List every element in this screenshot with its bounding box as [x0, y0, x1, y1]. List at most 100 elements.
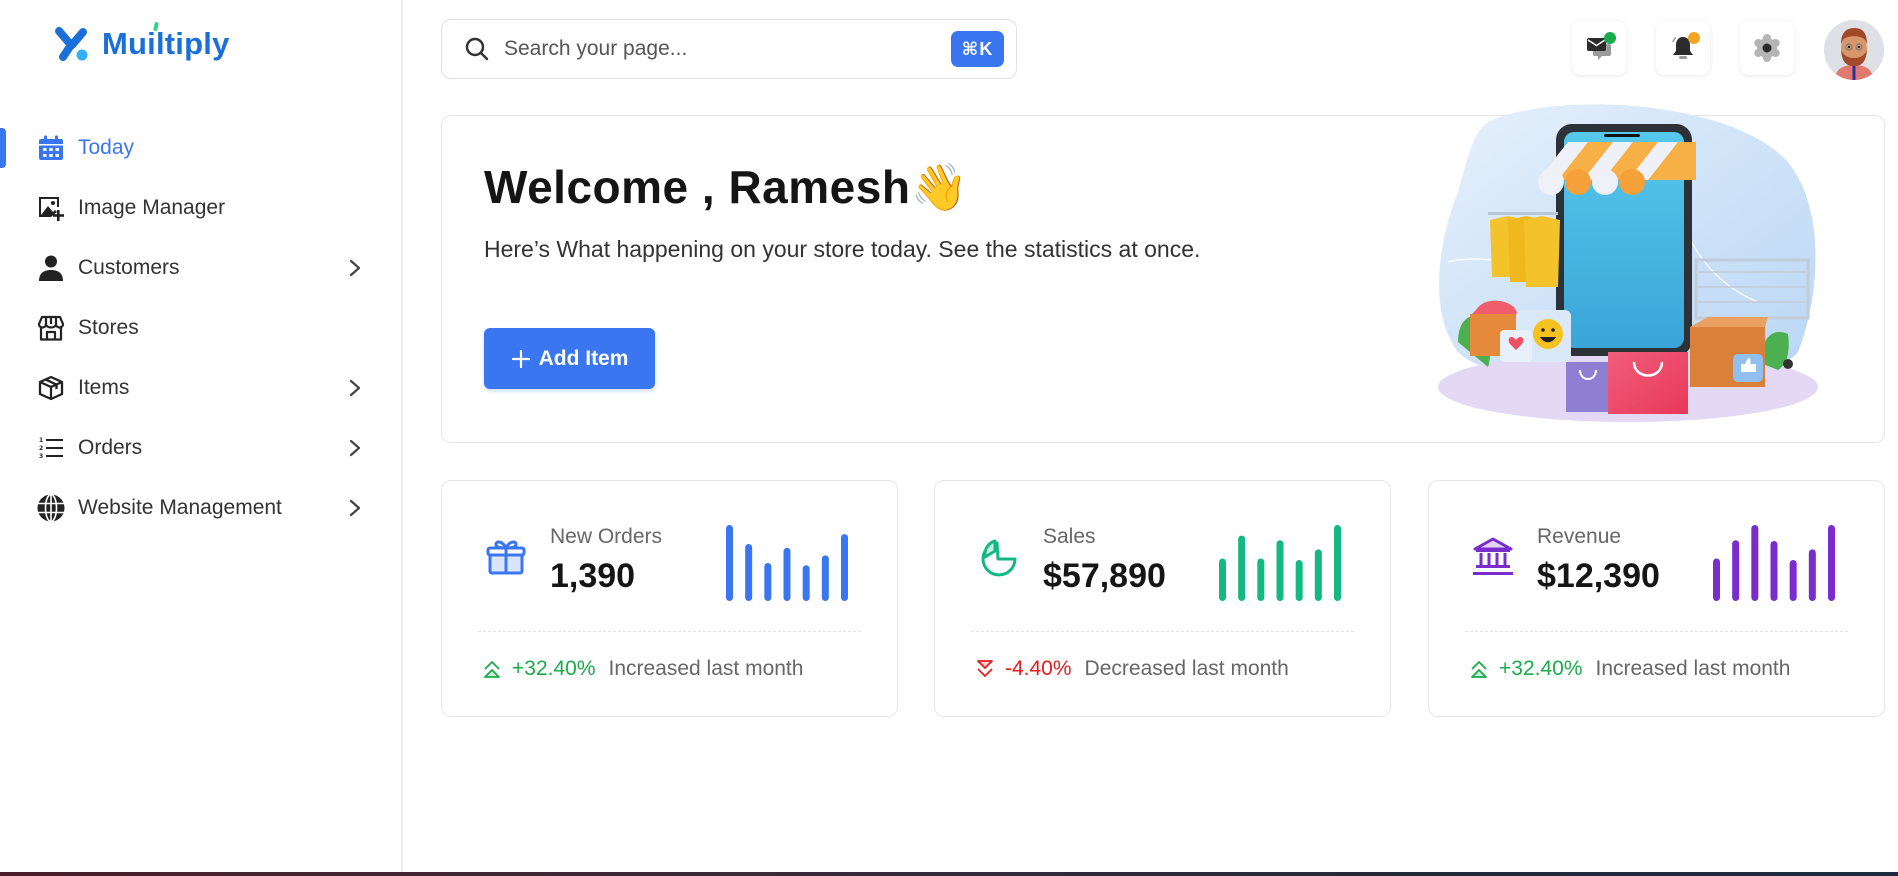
sparkline-bar: [841, 534, 848, 601]
trend-value: +32.40%: [512, 657, 596, 680]
sparkline-bar: [1770, 540, 1778, 601]
sidebar-item-website-management[interactable]: Website Management: [0, 478, 403, 538]
sparkline-bar: [745, 544, 753, 601]
active-indicator: [0, 128, 6, 168]
messages-button[interactable]: [1572, 21, 1626, 75]
store-icon: [36, 313, 66, 343]
numbered-list-icon: 123: [36, 433, 66, 463]
sidebar-item-today[interactable]: Today: [0, 118, 403, 178]
shortcut-badge: ⌘K: [951, 31, 1004, 67]
sidebar-item-items[interactable]: Items: [0, 358, 403, 418]
gift-icon: [486, 540, 526, 575]
wave-emoji: 👋: [910, 161, 969, 213]
box-icon: [36, 373, 66, 403]
sparkline-bar: [1808, 549, 1816, 601]
add-item-label: Add Item: [538, 346, 629, 370]
sparkline-chart: [1713, 525, 1835, 601]
sparkline-bar: [1238, 535, 1246, 601]
sparkline-bar: [1713, 558, 1720, 601]
user-icon: [36, 253, 66, 283]
sparkline-bar: [1789, 559, 1797, 601]
sparkline-bar: [821, 555, 829, 601]
notifications-badge: [1688, 32, 1700, 44]
card-divider: [1465, 631, 1848, 632]
svg-text:1: 1: [39, 437, 43, 444]
welcome-subtitle: Here’s What happening on your store toda…: [484, 236, 1201, 262]
user-avatar[interactable]: [1824, 20, 1884, 80]
chevron-right-icon: [349, 379, 361, 397]
sparkline-bar: [764, 563, 772, 601]
chevron-right-icon: [349, 499, 361, 517]
stat-value: $57,890: [1043, 557, 1166, 595]
trend-up-icon: [484, 661, 500, 678]
globe-icon: [36, 493, 66, 523]
sidebar-item-label: Website Management: [78, 496, 282, 519]
store-illustration: [1438, 104, 1818, 422]
sidebar-item-orders[interactable]: 123 Orders: [0, 418, 403, 478]
avatar-illustration: [1824, 20, 1884, 80]
trend-up-icon: [1471, 661, 1487, 678]
trend-text: Increased last month: [608, 657, 804, 680]
sparkline-bar: [726, 525, 733, 601]
stat-card-new-orders: New Orders 1,390 +32.40% Increased last …: [441, 480, 898, 717]
trend-text: Decreased last month: [1084, 657, 1289, 680]
stat-label: Revenue: [1537, 525, 1622, 548]
sidebar: Muiltiply Today Image Manager Customers …: [0, 0, 403, 872]
messages-badge: [1604, 32, 1616, 44]
sidebar-nav: Today Image Manager Customers Stores Ite…: [0, 118, 403, 538]
sidebar-item-label: Items: [78, 376, 130, 399]
trend-row: +32.40% Increased last month: [1469, 657, 1790, 681]
notifications-button[interactable]: [1656, 21, 1710, 75]
plus-icon: [511, 349, 530, 368]
search-input[interactable]: [504, 37, 924, 61]
sparkline-bar: [1751, 525, 1759, 601]
settings-button[interactable]: [1740, 21, 1794, 75]
sparkline-bar: [1257, 558, 1265, 601]
pie-chart-icon: [981, 539, 1017, 577]
top-actions: [1572, 21, 1794, 75]
sparkline-bar: [1219, 558, 1226, 601]
taskbar-edge: [0, 872, 1898, 876]
brand-name: Muiltiply: [102, 21, 230, 62]
sidebar-item-label: Stores: [78, 316, 139, 339]
bank-icon: [1473, 537, 1513, 575]
search-bar[interactable]: ⌘K: [441, 19, 1017, 79]
add-item-button[interactable]: Add Item: [484, 328, 655, 389]
sidebar-item-customers[interactable]: Customers: [0, 238, 403, 298]
sidebar-item-image-manager[interactable]: Image Manager: [0, 178, 403, 238]
card-divider: [478, 631, 861, 632]
settings-icon: [1754, 34, 1780, 62]
sparkline-bar: [1732, 540, 1740, 601]
sidebar-item-label: Customers: [78, 256, 180, 279]
sidebar-item-label: Image Manager: [78, 196, 226, 219]
stat-card-sales: Sales $57,890 -4.40% Decreased last mont…: [934, 480, 1391, 717]
sidebar-item-stores[interactable]: Stores: [0, 298, 403, 358]
card-divider: [971, 631, 1354, 632]
stat-value: 1,390: [550, 557, 636, 595]
app-root: Muiltiply Today Image Manager Customers …: [0, 0, 1898, 876]
stat-label: Sales: [1043, 525, 1096, 548]
svg-text:3: 3: [39, 453, 43, 460]
calendar-icon: [36, 133, 66, 163]
stat-card-revenue: Revenue $12,390 +32.40% Increased last m…: [1428, 480, 1885, 717]
stat-label: New Orders: [550, 525, 663, 548]
chevron-right-icon: [349, 259, 361, 277]
sparkline-bar: [783, 547, 791, 601]
sparkline-chart: [726, 525, 848, 601]
sparkline-bar: [1828, 525, 1835, 601]
welcome-title: Welcome , Ramesh👋: [484, 161, 969, 213]
trend-row: -4.40% Decreased last month: [975, 657, 1289, 681]
sparkline-chart: [1219, 525, 1341, 601]
trend-value: +32.40%: [1499, 657, 1583, 680]
search-icon: [465, 37, 489, 61]
trend-row: +32.40% Increased last month: [482, 657, 803, 681]
image-plus-icon: [36, 193, 66, 223]
svg-text:2: 2: [39, 445, 43, 452]
sparkline-bar: [1276, 540, 1284, 601]
sparkline-bar: [1295, 559, 1303, 601]
sparkline-bar: [1334, 525, 1341, 601]
sidebar-item-label: Orders: [78, 436, 143, 459]
trend-text: Increased last month: [1595, 657, 1791, 680]
trend-value: -4.40%: [1005, 657, 1072, 680]
logo[interactable]: Muiltiply: [54, 21, 230, 62]
